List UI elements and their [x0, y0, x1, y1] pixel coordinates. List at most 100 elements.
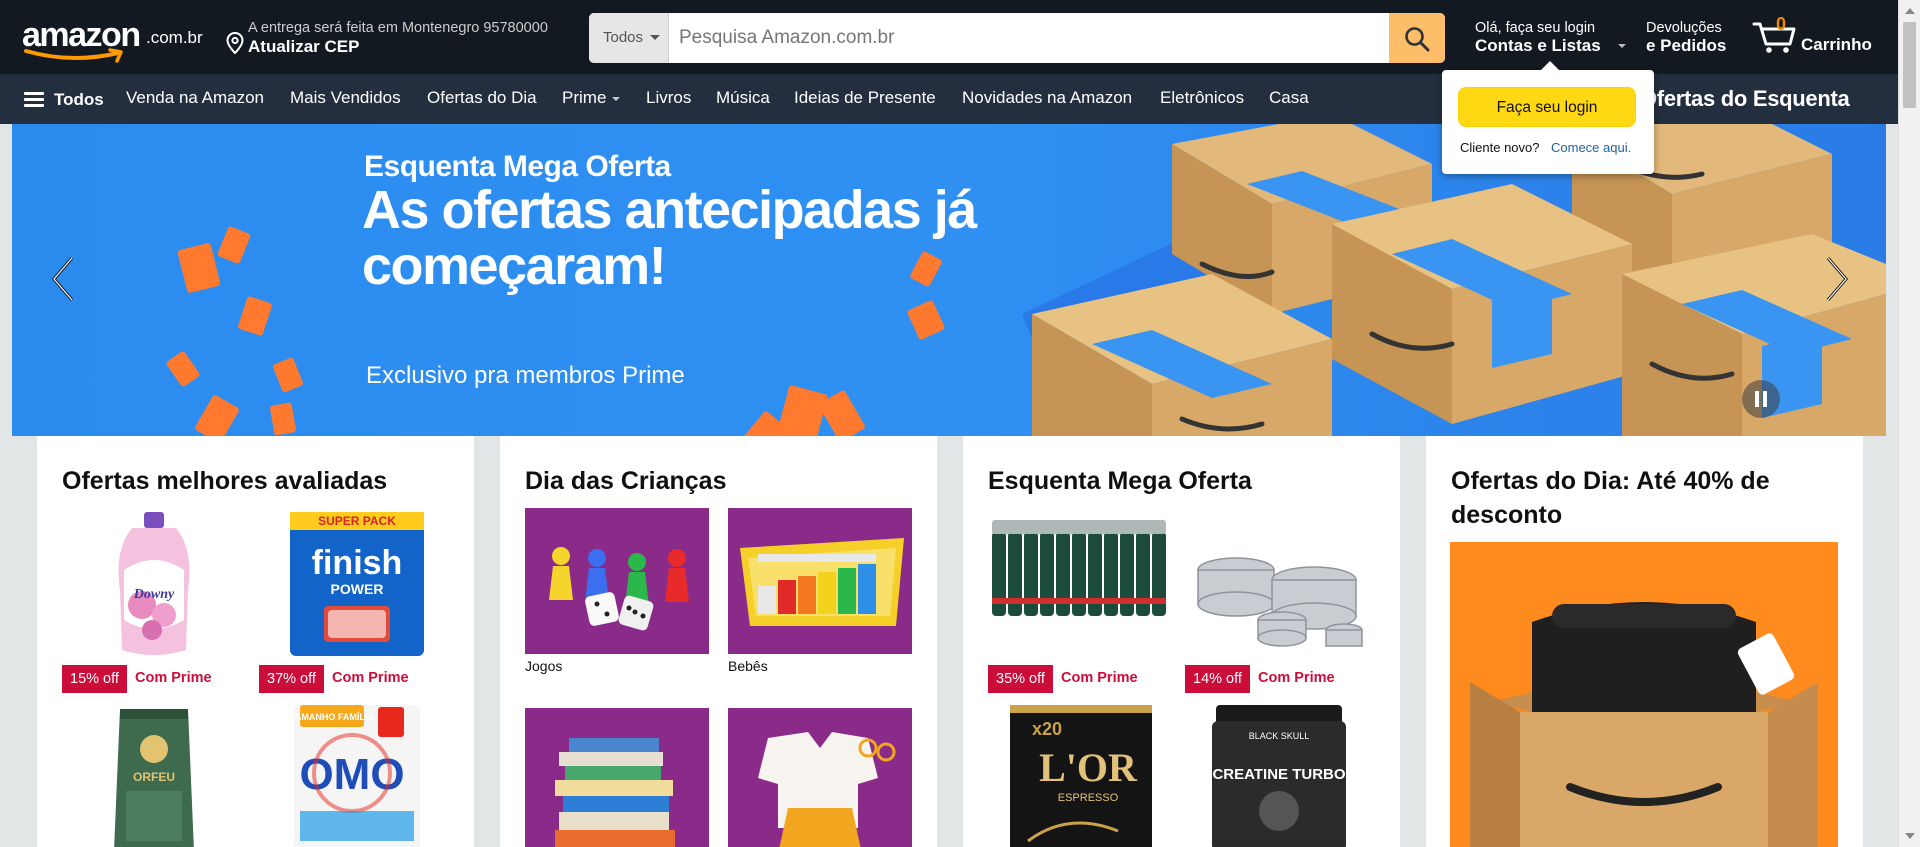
deal-label: Com Prime [1258, 670, 1335, 686]
card-title: Ofertas melhores avaliadas [62, 467, 388, 495]
lor-coffee-image: x20 L'OR ESPRESSO [1010, 705, 1152, 847]
svg-text:x20: x20 [1032, 719, 1062, 739]
hero-subtitle: Exclusivo pra membros Prime [366, 362, 685, 389]
svg-text:CREATINE TURBO: CREATINE TURBO [1212, 766, 1345, 783]
category-tile[interactable] [525, 708, 709, 847]
amazon-home-page: amazon .com.br A entrega será feita em M… [0, 0, 1920, 847]
card-title: Esquenta Mega Oferta [988, 467, 1252, 495]
deal-percent: 35% off [988, 665, 1053, 693]
baby-clothes-image [758, 732, 896, 847]
nav-item-ofertas-do-dia[interactable]: Ofertas do Dia [427, 88, 537, 108]
carousel-next-icon[interactable] [1822, 254, 1852, 304]
search-category-label: Todos [603, 29, 644, 46]
deal-label: Com Prime [1061, 670, 1138, 686]
nav-item-prime[interactable]: Prime [562, 88, 621, 108]
product-tile[interactable] [1186, 510, 1370, 650]
search-bar: Todos [589, 13, 1445, 63]
returns-orders[interactable]: Devoluções e Pedidos [1646, 18, 1746, 58]
product-tile[interactable]: ORFEU [62, 701, 246, 847]
nav-item-mais-vendidos[interactable]: Mais Vendidos [290, 88, 401, 108]
search-button[interactable] [1389, 13, 1445, 63]
start-here-link[interactable]: Comece aqui. [1551, 140, 1631, 155]
xylophone-image [740, 538, 904, 626]
logo-tld: .com.br [146, 28, 203, 47]
finish-pack-image: SUPER PACK finish POWER [290, 512, 424, 656]
caret-down-icon [1618, 44, 1626, 48]
deal-label: Com Prime [332, 670, 409, 686]
card-esquenta-mega-oferta: Esquenta Mega Oferta 35% off Com Prime 1… [963, 436, 1400, 847]
downy-bottle-image: Downy [118, 512, 190, 655]
carousel-pause-button[interactable] [1742, 380, 1780, 418]
nav-item-novidades[interactable]: Novidades na Amazon [962, 88, 1132, 108]
smile-arrow-icon [24, 48, 123, 63]
deal-percent: 37% off [259, 665, 324, 693]
product-tile[interactable]: x20 L'OR ESPRESSO [988, 701, 1172, 847]
svg-text:ESPRESSO: ESPRESSO [1058, 792, 1119, 804]
hamburger-icon [24, 92, 44, 108]
search-icon [1405, 27, 1430, 52]
scrollbar-thumb[interactable] [1903, 22, 1916, 108]
scroll-down-icon[interactable] [1905, 833, 1915, 839]
top-header: amazon .com.br A entrega será feita em M… [0, 0, 1898, 74]
scroll-up-icon[interactable] [1905, 8, 1915, 14]
search-category-select[interactable]: Todos [589, 13, 669, 63]
delivery-address: A entrega será feita em Montenegro 95780… [248, 20, 548, 36]
cart[interactable]: 0 Carrinho [1752, 12, 1882, 62]
nav-promo-link[interactable]: Ofertas do Esquenta [1640, 86, 1850, 112]
promo-image[interactable] [1450, 542, 1838, 847]
new-customer-text: Cliente novo? [1460, 140, 1540, 155]
deodorant-pack-image [992, 520, 1166, 616]
tile-caption: Bebês [728, 658, 768, 674]
product-tile[interactable]: SUPER PACK finish POWER [260, 510, 444, 656]
nav-item-prime-label: Prime [562, 88, 607, 107]
product-tile[interactable] [988, 510, 1172, 650]
card-melhores-avaliadas: Ofertas melhores avaliadas Downy SUPER P… [37, 436, 474, 847]
category-tile[interactable] [728, 708, 912, 847]
deal-percent: 14% off [1185, 665, 1250, 693]
hero-kicker: Esquenta Mega Oferta [364, 150, 671, 183]
svg-text:ORFEU: ORFEU [133, 770, 175, 784]
nav-item-eletronicos[interactable]: Eletrônicos [1160, 88, 1244, 108]
card-ofertas-do-dia: Ofertas do Dia: Até 40% de desconto [1426, 436, 1863, 847]
account-lists-label: Contas e Listas [1475, 36, 1601, 55]
category-tile-jogos[interactable]: Jogos [525, 508, 709, 678]
tile-caption: Jogos [525, 658, 563, 674]
nav-item-musica[interactable]: Música [716, 88, 770, 108]
product-tile[interactable]: Downy [62, 510, 246, 655]
box-speaker-image [1470, 602, 1818, 847]
deal-label: Com Prime [135, 670, 212, 686]
cart-count: 0 [1776, 14, 1787, 34]
cart-icon [1752, 22, 1796, 53]
update-cep-link: Atualizar CEP [248, 37, 360, 56]
omo-pack-image: TAMANHO FAMÍLIA OMO [290, 705, 420, 847]
delivery-location[interactable]: A entrega será feita em Montenegro 95780… [226, 18, 566, 58]
cookware-set-image [1197, 557, 1363, 647]
signin-button[interactable]: Faça seu login [1458, 87, 1636, 127]
caret-down-icon [650, 35, 660, 40]
svg-text:finish: finish [312, 544, 403, 582]
cart-label: Carrinho [1801, 35, 1872, 54]
location-pin-icon [226, 32, 244, 54]
board-game-image [549, 547, 689, 631]
creatine-tub-image: BLACK SKULL CREATINE TURBO [1212, 705, 1346, 847]
nav-item-ideias-presente[interactable]: Ideias de Presente [794, 88, 936, 108]
search-input[interactable] [669, 13, 1379, 63]
carousel-prev-icon[interactable] [48, 254, 78, 304]
card-dia-das-criancas: Dia das Crianças Jogos Bebês [500, 436, 937, 847]
svg-text:TAMANHO FAMÍLIA: TAMANHO FAMÍLIA [290, 712, 374, 722]
svg-text:SUPER PACK: SUPER PACK [318, 514, 396, 528]
product-tile[interactable]: TAMANHO FAMÍLIA OMO [260, 701, 444, 847]
amazon-logo[interactable]: amazon .com.br [20, 14, 205, 63]
category-tile-bebes[interactable]: Bebês [728, 508, 912, 678]
nav-item-casa[interactable]: Casa [1269, 88, 1309, 108]
product-tile[interactable]: BLACK SKULL CREATINE TURBO [1186, 701, 1370, 847]
card-title: Dia das Crianças [525, 467, 727, 495]
orders-label: e Pedidos [1646, 36, 1727, 55]
hero-headline: As ofertas antecipadas já começaram! [362, 180, 977, 296]
account-lists[interactable]: Olá, faça seu login Contas e Listas [1475, 18, 1626, 58]
nav-item-livros[interactable]: Livros [646, 88, 691, 108]
page-scrollbar[interactable] [1898, 0, 1920, 847]
svg-text:BLACK SKULL: BLACK SKULL [1249, 731, 1310, 741]
nav-item-venda[interactable]: Venda na Amazon [126, 88, 264, 108]
pause-icon [1755, 391, 1759, 407]
